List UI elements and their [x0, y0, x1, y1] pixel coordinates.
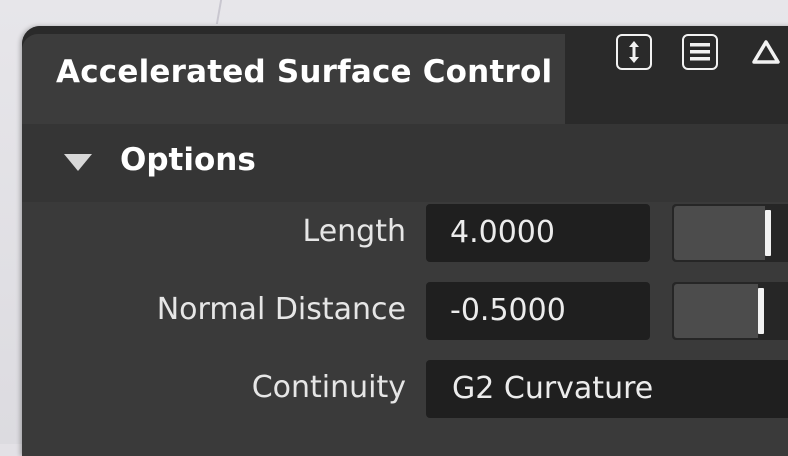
continuity-label: Continuity: [251, 370, 406, 405]
panel-title: Accelerated Surface Control: [56, 54, 553, 90]
normal-distance-label: Normal Distance: [156, 292, 406, 327]
options-body: Length 4.0000 Normal Distance -0.5000 Co…: [22, 202, 788, 456]
viewport-edge-line: [215, 0, 223, 24]
menu-icon[interactable]: [682, 34, 718, 70]
length-input[interactable]: 4.0000: [426, 204, 650, 262]
normal-distance-input[interactable]: -0.5000: [426, 282, 650, 340]
triangle-icon[interactable]: [748, 34, 784, 70]
options-section-header[interactable]: Options: [22, 124, 788, 202]
normal-distance-slider[interactable]: [672, 282, 788, 340]
normal-distance-slider-handle[interactable]: [758, 288, 764, 334]
collapse-triangle-icon[interactable]: [64, 154, 92, 171]
normal-distance-slider-fill: [674, 284, 758, 338]
length-slider-handle[interactable]: [765, 210, 771, 256]
panel-titlebar: Accelerated Surface Control: [22, 26, 788, 124]
length-slider-fill: [674, 206, 765, 260]
length-slider[interactable]: [672, 204, 788, 262]
length-label: Length: [302, 214, 406, 249]
expand-vertical-icon[interactable]: [616, 34, 652, 70]
accelerated-surface-control-panel: Accelerated Surface Control Options Leng…: [22, 26, 788, 456]
options-section-label: Options: [120, 142, 256, 178]
panel-title-tab[interactable]: Accelerated Surface Control: [22, 34, 565, 124]
continuity-dropdown[interactable]: G2 Curvature: [426, 360, 788, 418]
